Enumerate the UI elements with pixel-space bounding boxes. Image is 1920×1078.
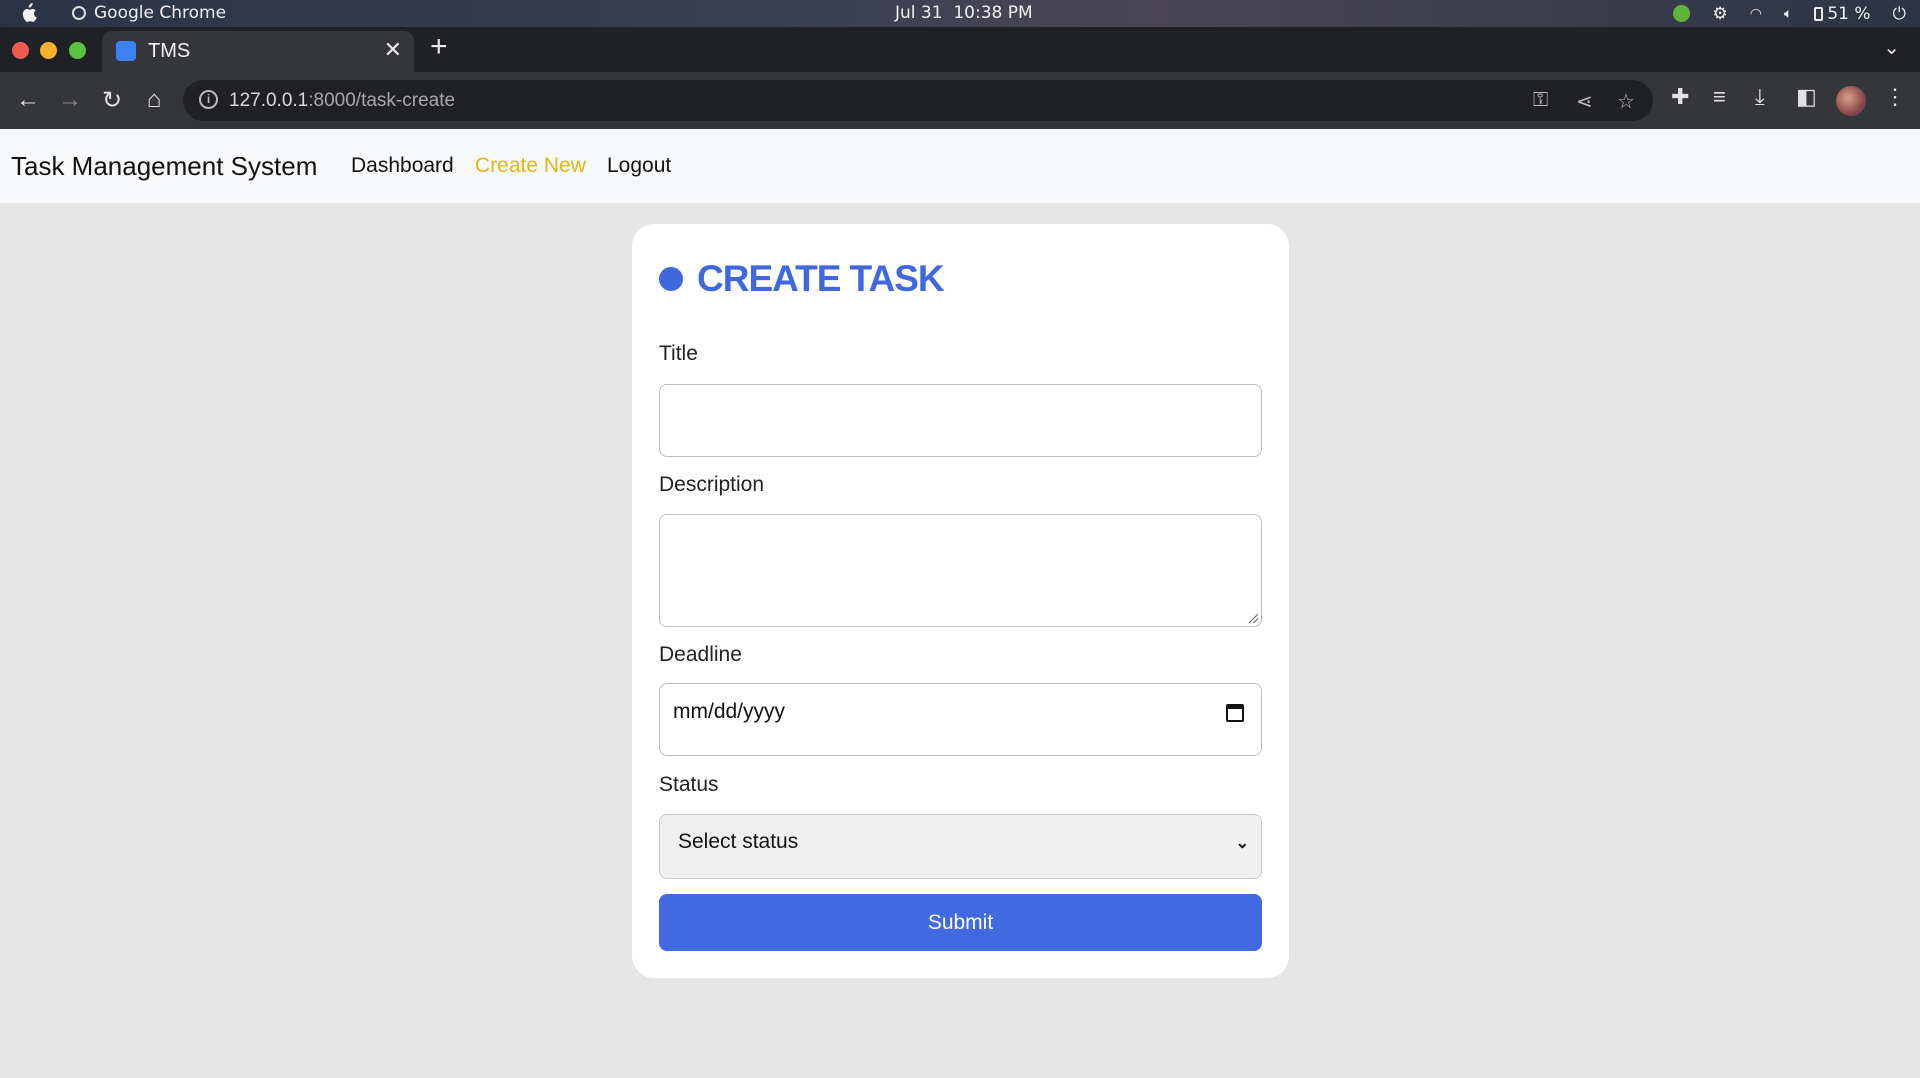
reading-list-icon[interactable]: ≡ — [1713, 84, 1726, 110]
wifi-icon[interactable]: ◠ — [1750, 6, 1762, 22]
clock[interactable]: Jul 31 10:38 PM — [895, 3, 1033, 23]
window-minimize-button[interactable] — [40, 42, 57, 59]
title-label: Title — [659, 342, 698, 365]
volume-icon[interactable]: 🔈︎ — [1784, 6, 1792, 22]
clock-date: Jul 31 — [895, 3, 943, 23]
tab-close-icon[interactable]: ✕ — [384, 37, 402, 63]
home-icon[interactable]: ⌂ — [138, 84, 170, 116]
clock-time: 10:38 PM — [953, 3, 1033, 23]
apple-icon[interactable] — [19, 3, 37, 23]
status-selected-value: Select status — [678, 830, 799, 853]
chevron-down-icon: ⌄ — [1235, 835, 1249, 852]
reload-icon[interactable]: ↻ — [96, 84, 128, 116]
power-icon[interactable]: ⏻ — [1893, 4, 1906, 24]
window-close-button[interactable] — [12, 42, 29, 59]
site-navbar: Task Management System Dashboard Create … — [0, 129, 1920, 203]
nav-link-logout[interactable]: Logout — [607, 154, 671, 178]
status-label: Status — [659, 773, 719, 796]
tab-search-chevron-icon[interactable]: ⌄ — [1883, 35, 1900, 60]
page-title: CREATE TASK — [697, 258, 945, 299]
browser-toolbar: ← → ↻ ⌂ i 127.0.0.1:8000/task-create ⚿ ⋖… — [0, 72, 1920, 129]
os-menu-bar: Google Chrome Jul 31 10:38 PM ⚙ ◠ 🔈︎ 51 … — [0, 0, 1920, 27]
nav-link-dashboard[interactable]: Dashboard — [351, 154, 454, 178]
active-app-menu[interactable]: Google Chrome — [72, 3, 226, 23]
window-maximize-button[interactable] — [69, 42, 86, 59]
browser-tab-active[interactable]: TMS ✕ — [102, 31, 414, 72]
battery-icon — [1814, 6, 1824, 21]
deadline-date-input[interactable]: mm/dd/yyyy — [659, 683, 1262, 756]
navbar-brand[interactable]: Task Management System — [11, 151, 317, 182]
submit-button-label: Submit — [927, 910, 994, 934]
description-label: Description — [659, 473, 765, 496]
heading-bullet-icon — [659, 267, 683, 291]
url-host: 127.0.0.1 — [229, 90, 309, 111]
status-select[interactable]: Select status ⌄ — [659, 814, 1262, 879]
profile-avatar[interactable] — [1836, 86, 1866, 116]
settings-gear-icon[interactable]: ⚙ — [1712, 4, 1727, 24]
tab-favicon-icon — [116, 41, 136, 61]
download-icon[interactable]: ⤓ — [1755, 84, 1765, 110]
url-path: :8000/task-create — [308, 90, 456, 111]
address-bar[interactable]: i 127.0.0.1:8000/task-create ⚿ ⋖ ☆ — [183, 80, 1653, 121]
deadline-label: Deadline — [659, 643, 742, 666]
side-panel-icon[interactable]: ◧ — [1796, 84, 1817, 110]
resize-handle-icon[interactable] — [1249, 614, 1258, 623]
active-app-name: Google Chrome — [94, 3, 227, 23]
chrome-icon — [72, 6, 86, 20]
calendar-icon[interactable] — [1226, 704, 1244, 722]
extensions-puzzle-icon[interactable]: ✚ — [1671, 84, 1689, 110]
password-key-icon[interactable]: ⚿ — [1533, 89, 1548, 112]
card-heading: CREATE TASK — [659, 258, 945, 300]
site-info-icon[interactable]: i — [199, 90, 218, 109]
status-check-icon[interactable] — [1673, 5, 1691, 22]
browser-tab-strip: TMS ✕ + ⌄ — [0, 27, 1920, 72]
submit-button[interactable]: Submit — [659, 894, 1262, 951]
forward-arrow-icon[interactable]: → — [54, 84, 86, 116]
system-tray: ⚙ ◠ 🔈︎ 51 % ⏻ — [1673, 2, 1906, 25]
back-arrow-icon[interactable]: ← — [12, 84, 44, 116]
nav-link-create-new[interactable]: Create New — [475, 154, 586, 178]
description-textarea[interactable] — [659, 514, 1262, 627]
battery-percent: 51 % — [1827, 3, 1871, 24]
chrome-menu-kebab-icon[interactable]: ⋮ — [1884, 84, 1906, 110]
tab-title: TMS — [148, 40, 191, 62]
share-icon[interactable]: ⋖ — [1576, 89, 1593, 114]
create-task-card: CREATE TASK Title Description Deadline m… — [632, 224, 1289, 978]
deadline-placeholder: mm/dd/yyyy — [673, 700, 786, 723]
new-tab-plus-icon[interactable]: + — [430, 30, 448, 64]
bookmark-star-icon[interactable]: ☆ — [1617, 89, 1635, 114]
battery-indicator[interactable]: 51 % — [1814, 3, 1871, 24]
title-input[interactable] — [659, 384, 1262, 457]
address-url[interactable]: 127.0.0.1:8000/task-create — [229, 90, 455, 112]
